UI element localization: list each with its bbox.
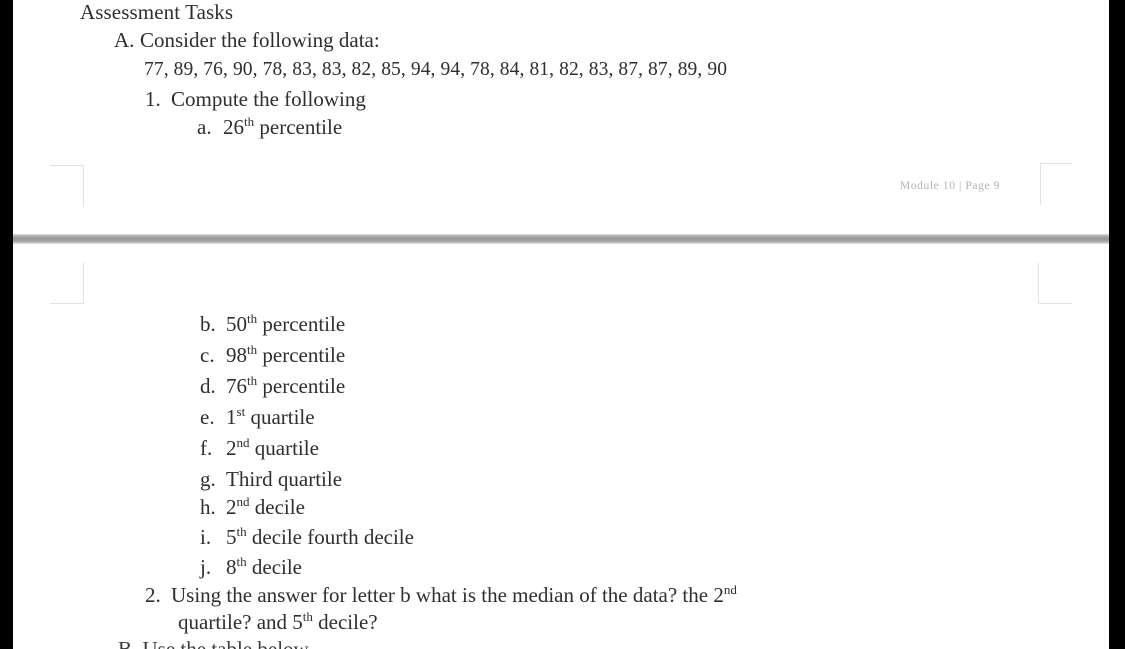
page-break-separator [13, 234, 1109, 244]
list-item-text: Third quartile [226, 467, 343, 491]
list-item-number: 2 [226, 495, 237, 519]
scanned-document-viewport: Assessment Tasks A. Consider the followin… [0, 0, 1125, 649]
list-item-text: decile fourth decile [251, 525, 414, 549]
page-footer: Module 10 | Page 9 [900, 180, 1000, 192]
list-item-marker: j. [200, 555, 212, 579]
margin-corner-mark-lower-left [50, 262, 84, 304]
list-item-text: percentile [262, 374, 346, 398]
list-item-marker: c. [200, 343, 215, 367]
list-item-number: 26 [223, 115, 244, 139]
question-2-ordinal-2: th [302, 609, 313, 624]
list-item-ordinal: nd [236, 494, 250, 509]
data-values-line: 77, 89, 76, 90, 78, 83, 83, 82, 85, 94, … [144, 59, 728, 80]
list-item: e. 1st quartile [200, 404, 315, 429]
list-item-ordinal: th [244, 114, 255, 129]
question-2-line-1: 2. Using the answer for letter b what is … [145, 582, 737, 607]
list-item-ordinal: th [236, 554, 247, 569]
list-item-text: percentile [259, 115, 343, 139]
list-item-marker: g. [200, 467, 216, 491]
item-a-line: A. Consider the following data: [114, 30, 380, 51]
question-2-text-part-1: Using the answer for letter b what is th… [171, 583, 724, 607]
list-item: i. 5th decile fourth decile [200, 524, 414, 549]
list-item-number: 2 [226, 436, 237, 460]
list-item-text: percentile [262, 343, 346, 367]
list-item-marker: d. [200, 374, 216, 398]
question-1-marker: 1. [145, 87, 161, 111]
item-a-text: Consider the following data: [140, 28, 380, 52]
list-item-marker: f. [200, 436, 213, 460]
clipped-next-section-line: B. Use the table below [118, 637, 309, 649]
list-item: b. 50th percentile [200, 311, 346, 336]
list-item-marker: h. [200, 495, 216, 519]
question-2-text-part-2: quartile? and 5 [178, 610, 303, 634]
margin-corner-mark-upper-left [50, 165, 84, 207]
list-item-text: decile [251, 555, 303, 579]
list-item-number: 5 [226, 525, 237, 549]
letterbox-right [1109, 0, 1125, 649]
margin-corner-mark-upper-right [1040, 163, 1072, 205]
list-item-number: 98 [226, 343, 247, 367]
margin-corner-mark-lower-right [1038, 262, 1072, 304]
list-item-marker: b. [200, 312, 216, 336]
list-item: d. 76th percentile [200, 373, 346, 398]
list-item-ordinal: th [247, 342, 258, 357]
question-2-marker: 2. [145, 583, 161, 607]
list-item-text: quartile [254, 436, 319, 460]
list-item-text: decile [254, 495, 305, 519]
list-item-number: 8 [226, 555, 237, 579]
list-item: j. 8th decile [200, 554, 303, 579]
list-item-text: percentile [262, 312, 346, 336]
list-item-number: 50 [226, 312, 247, 336]
list-item-ordinal: th [236, 524, 247, 539]
list-item-number: 76 [226, 374, 247, 398]
question-1-text: Compute the following [171, 87, 366, 111]
list-item-marker: a. [197, 115, 212, 139]
question-2-line-2: quartile? and 5th decile? [178, 609, 378, 634]
list-item: a. 26th percentile [197, 114, 343, 139]
list-item-marker: i. [200, 525, 212, 549]
list-item: h. 2nd decile [200, 494, 305, 519]
list-item-marker: e. [200, 405, 215, 429]
list-item-ordinal: th [247, 311, 258, 326]
list-item-text: quartile [250, 405, 315, 429]
item-a-marker: A. [114, 28, 135, 52]
list-item-ordinal: nd [236, 435, 250, 450]
question-2-ordinal-1: nd [723, 582, 737, 597]
list-item-number: 1 [226, 405, 237, 429]
list-item: g. Third quartile [200, 469, 342, 490]
letterbox-left [0, 0, 13, 649]
question-2-text-part-3: decile? [318, 610, 378, 634]
page-title: Assessment Tasks [80, 0, 234, 24]
question-1-line: 1. Compute the following [145, 89, 366, 110]
list-item: c. 98th percentile [200, 342, 346, 367]
list-item-ordinal: st [236, 404, 246, 419]
list-item-ordinal: th [247, 373, 258, 388]
list-item: f. 2nd quartile [200, 435, 319, 460]
